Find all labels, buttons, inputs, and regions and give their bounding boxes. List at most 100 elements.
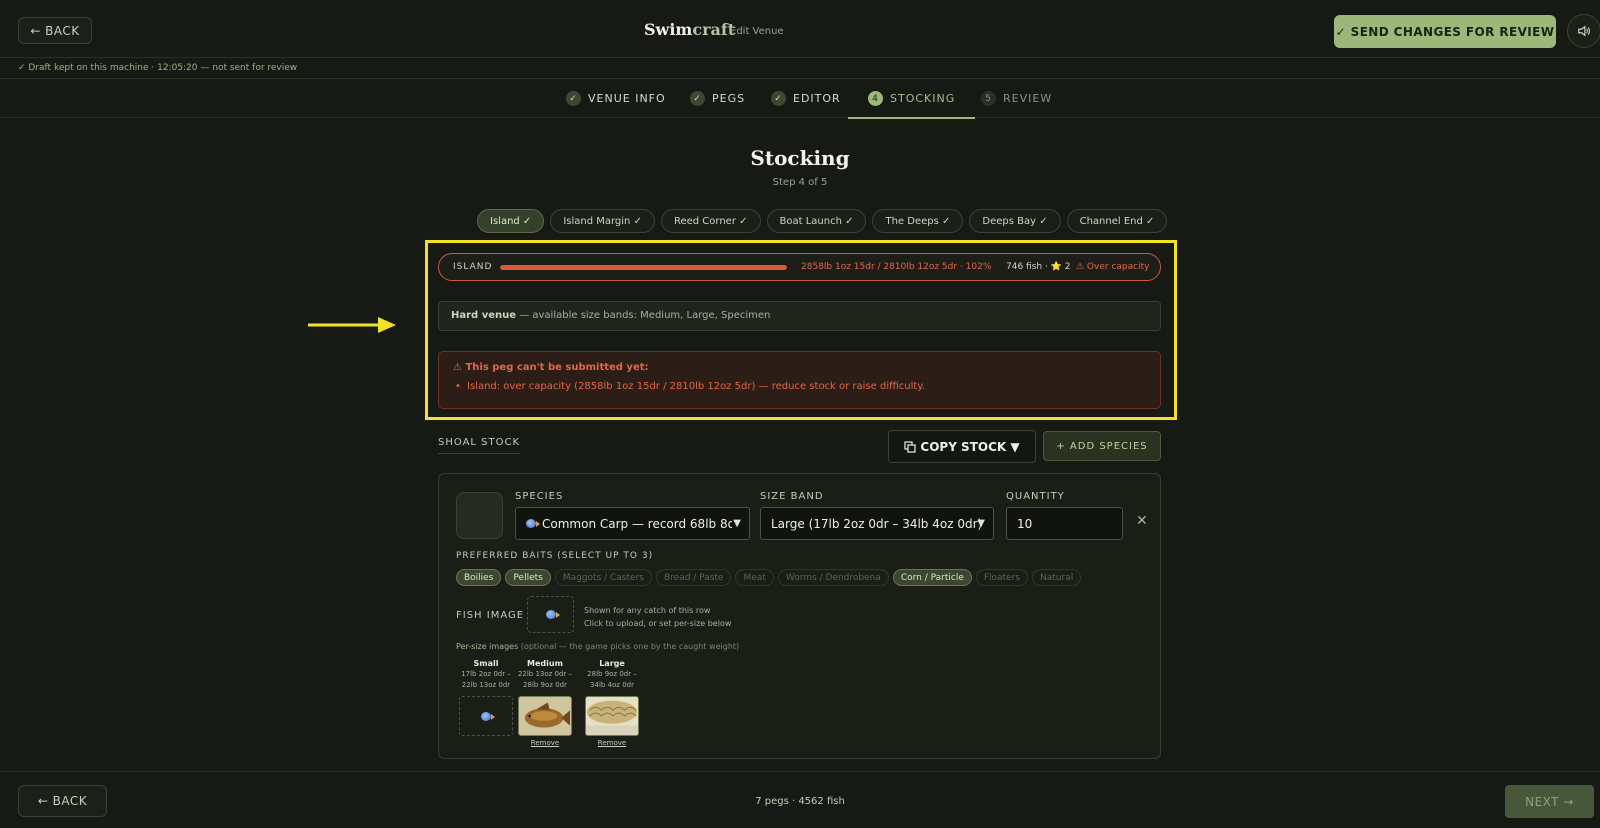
brand-name-right: craft [692, 20, 736, 39]
step-check-icon: ✓ [566, 91, 581, 106]
size-band-label: SIZE BAND [760, 491, 824, 502]
step-label: EDITOR [793, 92, 841, 105]
submit-error-box: ⚠ This peg can't be submitted yet: Islan… [438, 351, 1161, 409]
fish-hint-line: Click to upload, or set per-size below [584, 619, 732, 628]
capacity-track [500, 265, 787, 270]
step-editor[interactable]: ✓ EDITOR [771, 79, 841, 118]
sound-toggle-button[interactable] [1567, 14, 1600, 48]
copy-stock-button[interactable]: COPY STOCK ▼ [888, 430, 1036, 463]
footer-bar: ← BACK 7 pegs · 4562 fish NEXT → [0, 771, 1600, 828]
size-band-value: Large (17lb 2oz 0dr – 34lb 4oz 0dr) [771, 516, 983, 531]
species-label: SPECIES [515, 491, 564, 502]
bait-chips: Boilies Pellets Maggots / Casters Bread … [456, 569, 1082, 586]
wizard-steps: ✓ VENUE INFO ✓ PEGS ✓ EDITOR 4 STOCKING … [0, 79, 1600, 119]
step-stocking[interactable]: 4 STOCKING [847, 79, 976, 119]
peg-tab-the-deeps[interactable]: The Deeps ✓ [872, 209, 964, 233]
bait-chip-natural[interactable]: Natural [1032, 569, 1082, 586]
carp-image [519, 697, 571, 735]
carp-scales-image [586, 697, 638, 735]
size-range: 34lb 4oz 0dr [590, 681, 634, 689]
copy-stock-label: COPY STOCK ▼ [920, 439, 1020, 454]
peg-tab-channel-end[interactable]: Channel End ✓ [1066, 209, 1168, 233]
step-label: PEGS [712, 92, 746, 105]
species-value: Common Carp — record 68lb 8oz 0dr [542, 516, 732, 531]
speaker-icon [1578, 25, 1590, 37]
size-image-upload[interactable] [585, 696, 639, 736]
bait-chip-corn[interactable]: Corn / Particle [892, 569, 972, 586]
quantity-label: QUANTITY [1006, 491, 1065, 502]
draft-notice: ✓ Draft kept on this machine · 12:05:20 … [18, 63, 298, 73]
bait-chip-bread[interactable]: Bread / Paste [655, 569, 732, 586]
fish-image-upload[interactable] [527, 596, 574, 633]
back-button[interactable]: ← BACK [18, 17, 92, 44]
per-size-optional: (optional — the game picks one by the ca… [518, 642, 740, 651]
draft-notice-bar: ✓ Draft kept on this machine · 12:05:20 … [0, 58, 1600, 79]
close-icon[interactable]: ✕ [1136, 513, 1148, 529]
bait-chip-worms[interactable]: Worms / Dendrobena [777, 569, 889, 586]
size-range: 28lb 9oz 0dr – [587, 670, 637, 678]
species-select[interactable]: Common Carp — record 68lb 8oz 0dr ▼ [515, 507, 750, 540]
size-image-small: Small 17lb 2oz 0dr – 22lb 13oz 0dr [458, 659, 514, 736]
page-subtitle: Step 4 of 5 [772, 177, 828, 188]
capacity-fill [500, 265, 787, 270]
capacity-bar: ISLAND 2858lb 1oz 15dr / 2810lb 12oz 5dr… [438, 253, 1161, 281]
brand-logo: Swimcraft [644, 20, 735, 39]
fish-icon [526, 519, 540, 528]
add-species-button[interactable]: + ADD SPECIES [1043, 431, 1161, 461]
capacity-weight: 2858lb 1oz 15dr / 2810lb 12oz 5dr · 102% [801, 262, 992, 272]
next-button[interactable]: NEXT → [1505, 785, 1594, 818]
shoal-stock-label: SHOAL STOCK [438, 437, 521, 454]
fish-image-label: FISH IMAGE [456, 610, 525, 621]
send-changes-button[interactable]: ✓ SEND CHANGES FOR REVIEW [1334, 15, 1556, 48]
size-image-upload[interactable] [459, 696, 513, 736]
size-image-upload[interactable] [518, 696, 572, 736]
peg-tab-island[interactable]: Island ✓ [477, 209, 545, 233]
peg-tab-deeps-bay[interactable]: Deeps Bay ✓ [969, 209, 1061, 233]
brand-subtitle: Edit Venue [730, 26, 784, 37]
peg-tab-island-margin[interactable]: Island Margin ✓ [550, 209, 655, 233]
bait-chip-boilies[interactable]: Boilies [456, 569, 502, 586]
bait-chip-floaters[interactable]: Floaters [975, 569, 1029, 586]
size-range: 22lb 13oz 0dr – [517, 670, 573, 678]
bait-chip-pellets[interactable]: Pellets [505, 569, 551, 586]
footer-summary: 7 pegs · 4562 fish [755, 796, 845, 807]
peg-tab-reed-corner[interactable]: Reed Corner ✓ [660, 209, 761, 233]
per-size-note: Per-size images (optional — the game pic… [456, 642, 739, 651]
peg-tabs: Island ✓ Island Margin ✓ Reed Corner ✓ B… [477, 209, 1168, 233]
step-label: REVIEW [1003, 92, 1053, 105]
size-range: 22lb 13oz 0dr [461, 681, 511, 689]
size-band-select[interactable]: Large (17lb 2oz 0dr – 34lb 4oz 0dr) ▼ [760, 507, 994, 540]
species-thumbnail [456, 492, 503, 539]
size-range: 28lb 9oz 0dr [523, 681, 567, 689]
size-image-medium: Medium 22lb 13oz 0dr – 28lb 9oz 0dr Remo… [517, 659, 573, 747]
peg-tab-boat-launch[interactable]: Boat Launch ✓ [766, 209, 867, 233]
top-bar: ← BACK Swimcraft Edit Venue ✓ SEND CHANG… [0, 0, 1600, 58]
chevron-down-icon: ▼ [733, 518, 741, 529]
step-check-icon: ✓ [690, 91, 705, 106]
step-venue-info[interactable]: ✓ VENUE INFO [566, 79, 666, 118]
error-title: ⚠ This peg can't be submitted yet: [453, 362, 649, 373]
copy-icon [904, 440, 916, 453]
step-review[interactable]: 5 REVIEW [981, 79, 1052, 118]
size-name: Medium [527, 659, 563, 668]
capacity-peg-label: ISLAND [453, 262, 493, 272]
size-image-large: Large 28lb 9oz 0dr – 34lb 4oz 0dr Remove [584, 659, 640, 747]
bait-chip-meat[interactable]: Meat [735, 569, 774, 586]
fish-hint-line: Shown for any catch of this row [584, 606, 711, 615]
step-pegs[interactable]: ✓ PEGS [690, 79, 745, 118]
remove-size-image-link[interactable]: Remove [517, 739, 573, 747]
capacity-fish-count: 746 fish · ⭐ 2 [1006, 262, 1071, 272]
fish-image-hint: Shown for any catch of this row Click to… [584, 604, 731, 630]
difficulty-info: Hard venue — available size bands: Mediu… [438, 301, 1161, 331]
remove-size-image-link[interactable]: Remove [584, 739, 640, 747]
over-capacity-badge: ⚠ Over capacity [1076, 262, 1150, 272]
step-number: 4 [868, 91, 883, 106]
page-title: Stocking [750, 146, 850, 170]
difficulty-level: Hard venue [451, 310, 517, 321]
bait-chip-maggots[interactable]: Maggots / Casters [554, 569, 652, 586]
annotation-arrow-icon [308, 317, 396, 333]
baits-label: PREFERRED BAITS (SELECT UP TO 3) [456, 551, 654, 561]
fish-icon [545, 610, 560, 619]
difficulty-text: — available size bands: Medium, Large, S… [516, 310, 771, 321]
quantity-input[interactable]: 10 [1006, 507, 1123, 540]
